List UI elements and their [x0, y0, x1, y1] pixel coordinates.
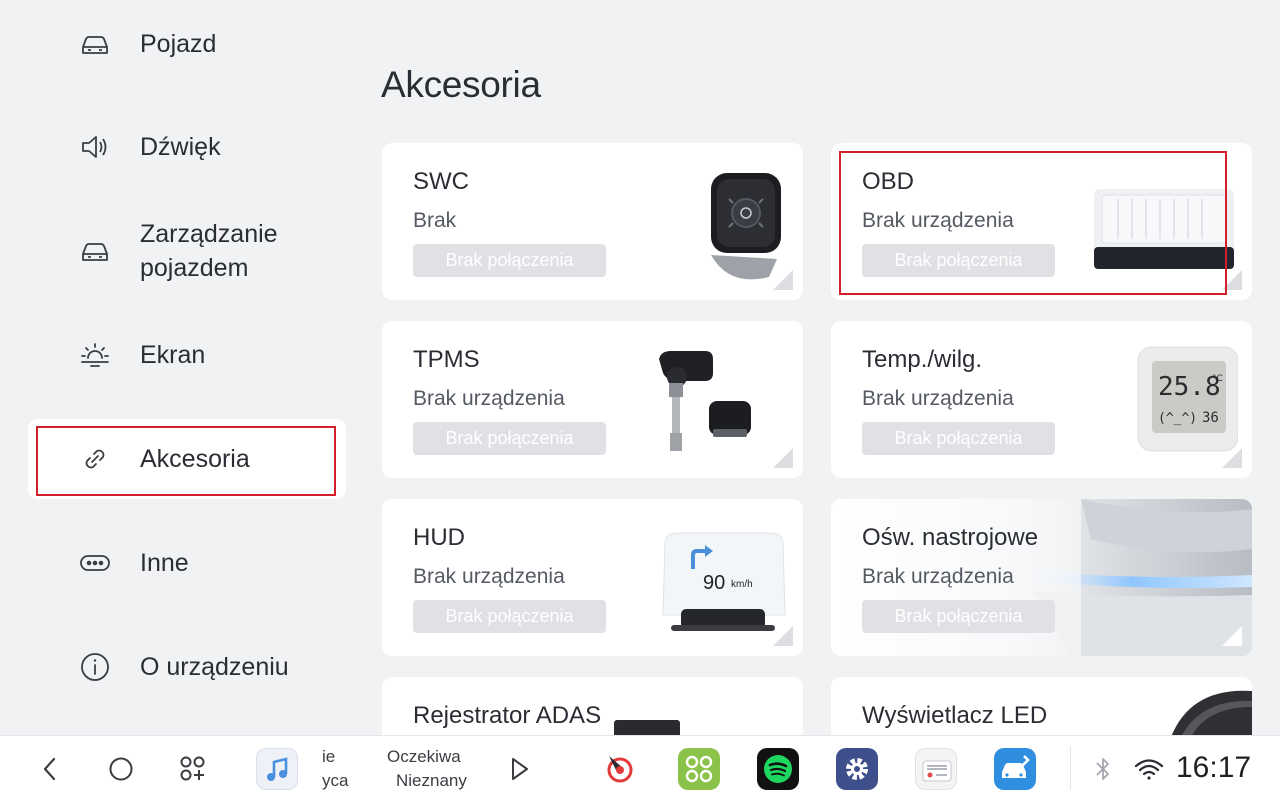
card-corner-indicator — [773, 270, 793, 290]
hud-speed: 90 — [703, 572, 725, 594]
obd-device-image — [1068, 159, 1238, 283]
steering-wheel-controller-image — [619, 159, 789, 283]
connect-button[interactable]: Brak połączenia — [862, 422, 1055, 455]
bluetooth-icon — [1096, 758, 1109, 780]
play-button[interactable] — [508, 756, 532, 782]
bluetooth-status[interactable] — [1092, 755, 1114, 783]
car-manage-icon — [78, 234, 112, 268]
card-status: Brak — [413, 209, 457, 232]
sidebar-item-o-urzadzeniu[interactable]: O urządzeniu — [28, 627, 346, 707]
spotify-icon — [764, 755, 792, 783]
card-corner-indicator — [1222, 448, 1242, 468]
svg-text:(^_^): (^_^) — [1158, 411, 1197, 426]
clock: 16:17 — [1176, 751, 1252, 784]
navigation-app-button[interactable] — [601, 750, 639, 788]
sidebar-item-label: Zarządzanie pojazdem — [140, 220, 278, 282]
card-title: Rejestrator ADAS — [413, 702, 602, 729]
connect-button[interactable]: Brak połączenia — [862, 600, 1055, 633]
card-status: Brak urządzenia — [862, 565, 1014, 588]
connect-button[interactable]: Brak połączenia — [413, 244, 606, 277]
more-icon — [78, 546, 112, 580]
apps-grid-icon — [180, 756, 205, 781]
accessory-card-swc[interactable]: SWC Brak Brak połączenia — [382, 143, 803, 300]
card-title: SWC — [413, 168, 469, 195]
sidebar-item-label: O urządzeniu — [140, 653, 289, 681]
connect-button[interactable]: Brak połączenia — [413, 422, 606, 455]
sidebar: Pojazd Dźwięk Zarządzanie pojazdem Ekran… — [0, 0, 360, 735]
car-icon — [78, 27, 112, 61]
car-service-app-button[interactable] — [994, 748, 1036, 790]
sidebar-item-ekran[interactable]: Ekran — [28, 315, 346, 395]
taskbar: ie yca Oczekiwa Nieznany 16:17 — [0, 735, 1280, 800]
info-icon — [78, 650, 112, 684]
led-display-image — [1171, 690, 1252, 737]
media-text-fragment-2: yca — [322, 771, 349, 790]
app-grid-icon — [685, 755, 713, 783]
sidebar-item-label: Pojazd — [140, 30, 217, 58]
spotify-app-button[interactable] — [757, 748, 799, 790]
app-launcher-tile[interactable] — [678, 748, 720, 790]
media-title: Oczekiwa — [387, 747, 461, 766]
card-corner-indicator — [1222, 270, 1242, 290]
car-wrench-icon — [1002, 755, 1030, 778]
card-title: TPMS — [413, 346, 480, 373]
sidebar-item-label: Inne — [140, 549, 189, 577]
apps-button[interactable] — [179, 755, 207, 783]
connect-button[interactable]: Brak połączenia — [413, 600, 606, 633]
taskbar-divider — [1070, 746, 1071, 790]
wifi-icon — [1134, 759, 1164, 780]
radio-icon — [922, 760, 952, 782]
accessory-card-tpms[interactable]: TPMS Brak urządzenia Brak połączenia — [382, 321, 803, 478]
card-corner-indicator — [773, 448, 793, 468]
thermo-hygrometer-image: 25.8 °C (^_^) 36 — [1068, 337, 1239, 461]
head-up-display-image: 90 km/h — [619, 515, 789, 639]
accessory-card-hud[interactable]: HUD Brak urządzenia Brak połączenia 90 k… — [382, 499, 803, 656]
accessory-card-ambient-lighting[interactable]: Ośw. nastrojowe Brak urządzenia Brak poł… — [831, 499, 1252, 656]
sidebar-item-akcesoria[interactable]: Akcesoria — [28, 419, 346, 499]
play-icon — [512, 758, 528, 780]
card-title: Wyświetlacz LED — [862, 702, 1048, 729]
hud-speed-unit: km/h — [731, 579, 753, 590]
speaker-icon — [78, 130, 112, 164]
sidebar-item-inne[interactable]: Inne — [28, 523, 346, 603]
media-artist: Nieznany — [396, 771, 467, 790]
link-icon — [78, 442, 112, 476]
card-corner-indicator — [1222, 626, 1242, 646]
wifi-status[interactable] — [1133, 755, 1165, 783]
settings-app-button[interactable] — [836, 748, 878, 790]
home-circle-icon — [109, 757, 133, 781]
brightness-icon — [78, 338, 112, 372]
tire-pressure-sensor-image — [619, 337, 789, 461]
card-title: Ośw. nastrojowe — [862, 524, 1039, 551]
page-title: Akcesoria — [381, 64, 541, 105]
music-app-button[interactable] — [256, 748, 298, 790]
display-temperature-unit: °C — [1212, 374, 1223, 384]
card-status: Brak urządzenia — [862, 209, 1014, 232]
sidebar-item-dzwiek[interactable]: Dźwięk — [28, 107, 346, 187]
card-title: Temp./wilg. — [862, 346, 983, 373]
sidebar-item-label: Akcesoria — [140, 445, 250, 473]
card-status: Brak urządzenia — [862, 387, 1014, 410]
card-status: Brak urządzenia — [413, 565, 565, 588]
sidebar-item-zarzadzanie-pojazdem[interactable]: Zarządzanie pojazdem — [28, 211, 346, 291]
sidebar-item-pojazd[interactable]: Pojazd — [28, 4, 346, 84]
connect-button[interactable]: Brak połączenia — [862, 244, 1055, 277]
display-humidity: 36 — [1202, 410, 1219, 426]
gear-icon — [846, 758, 868, 780]
navigation-compass-icon — [607, 756, 633, 783]
card-status: Brak urządzenia — [413, 387, 565, 410]
card-corner-indicator — [773, 626, 793, 646]
radio-app-button[interactable] — [915, 748, 957, 790]
sidebar-item-label: Dźwięk — [140, 133, 221, 161]
music-note-icon — [267, 757, 288, 781]
accessory-card-temp-humidity[interactable]: Temp./wilg. Brak urządzenia Brak połącze… — [831, 321, 1252, 478]
sidebar-item-label: Ekran — [140, 341, 206, 369]
back-button[interactable] — [38, 756, 62, 782]
accessory-card-obd[interactable]: OBD Brak urządzenia Brak połączenia — [831, 143, 1252, 300]
back-icon — [43, 757, 56, 781]
home-button[interactable] — [108, 756, 134, 782]
media-text-fragment-1: ie — [322, 747, 336, 766]
card-title: OBD — [862, 168, 915, 195]
card-title: HUD — [413, 524, 465, 551]
